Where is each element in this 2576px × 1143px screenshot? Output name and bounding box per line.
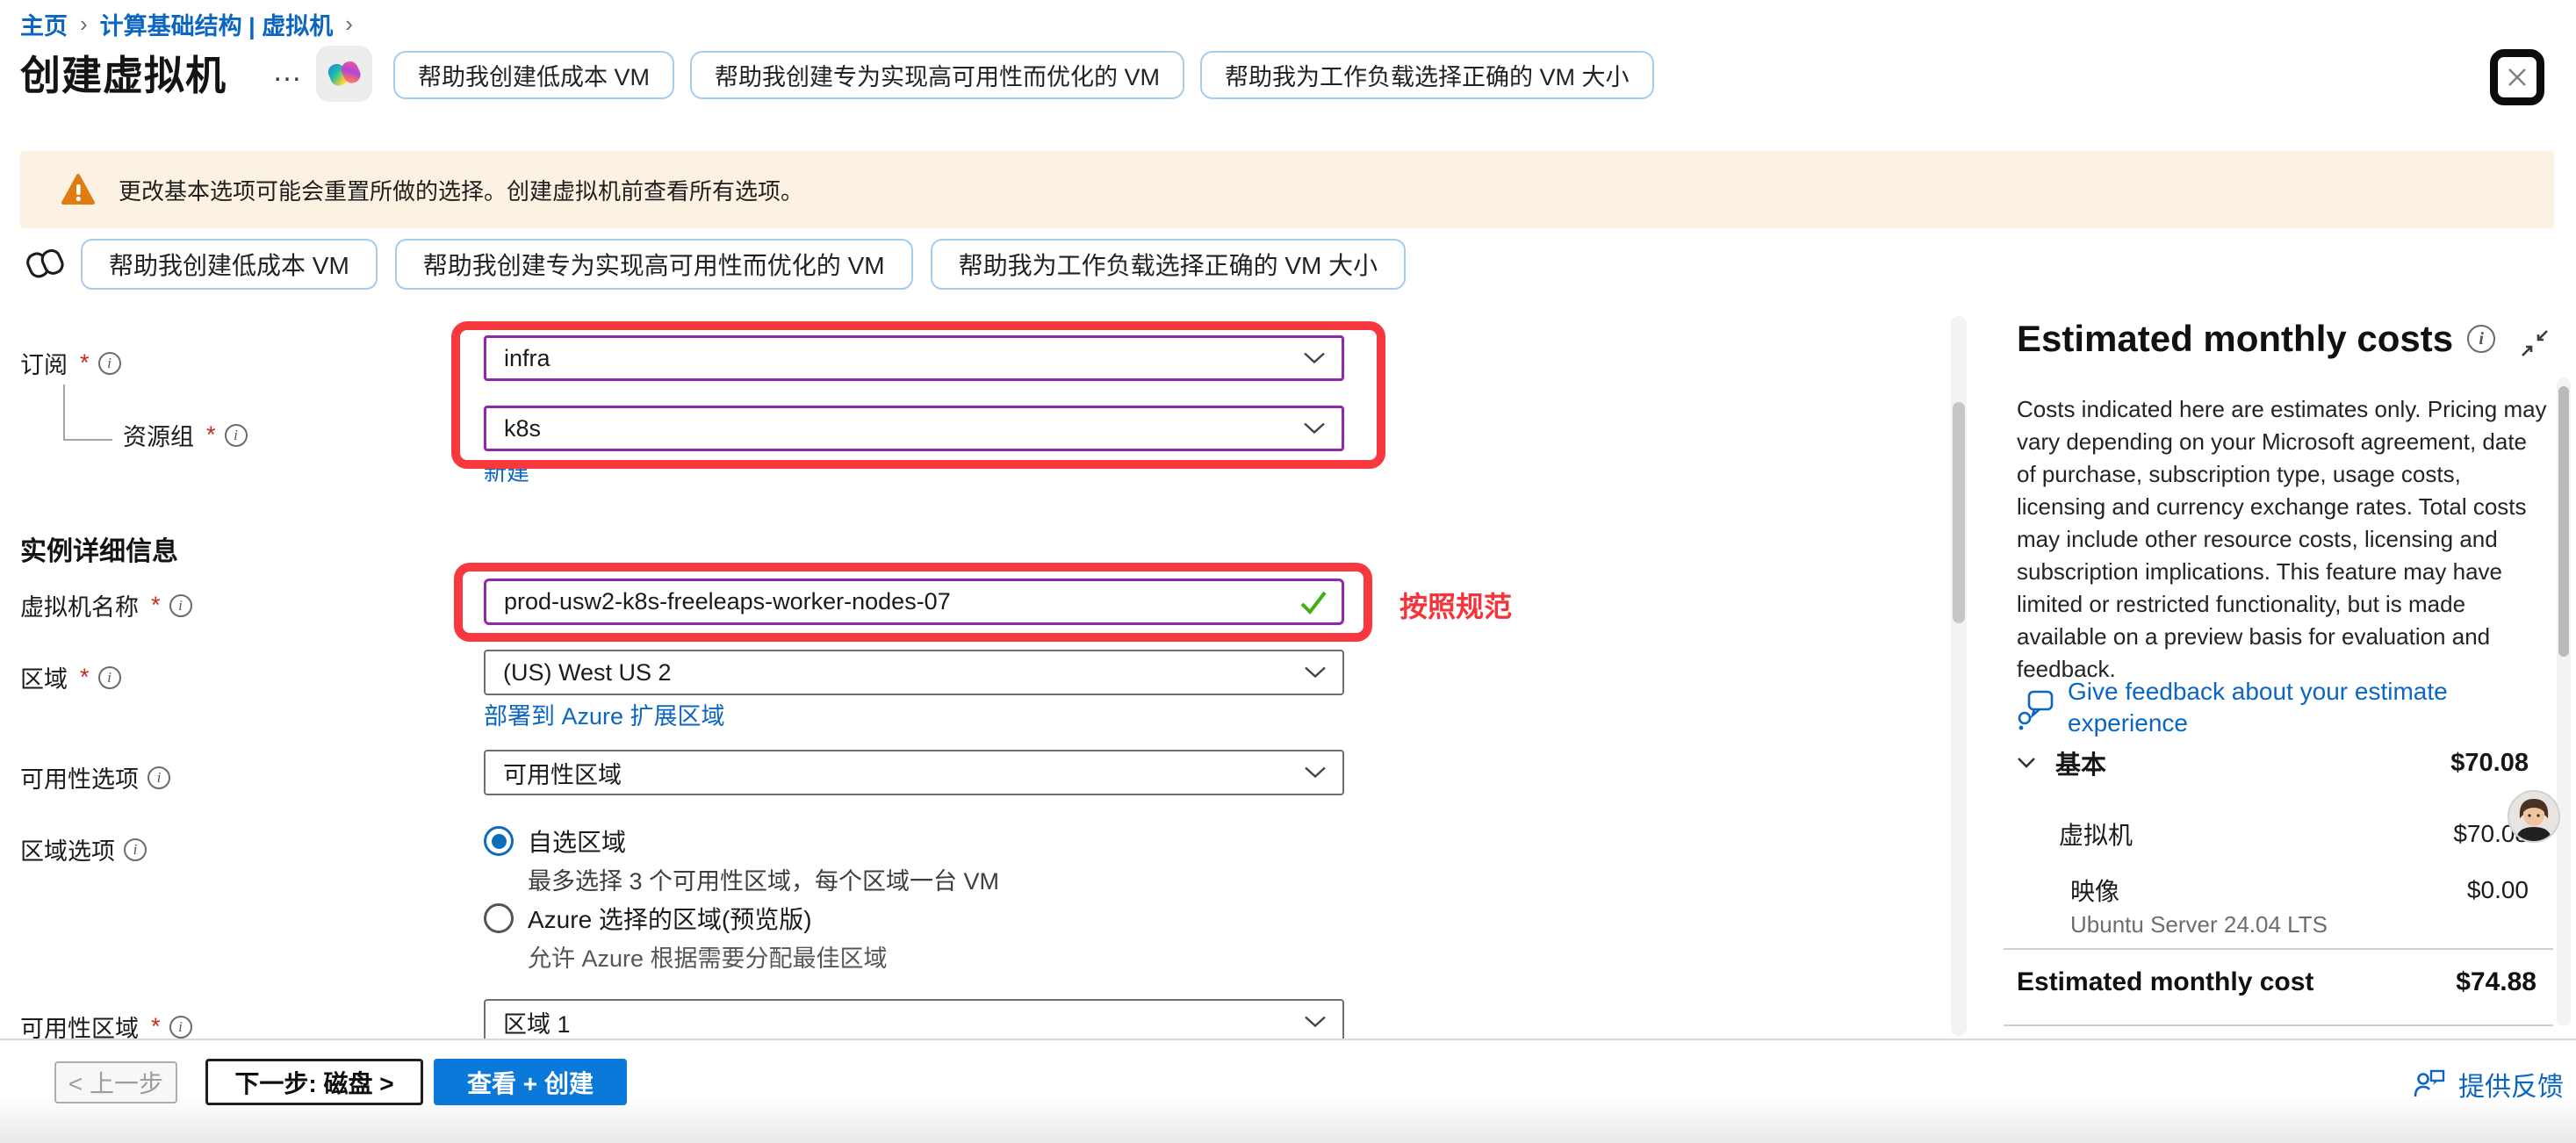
suggestion-high-availability-vm[interactable]: 帮助我创建专为实现高可用性而优化的 VM — [395, 239, 913, 290]
required-asterisk: * — [80, 664, 90, 691]
radio-self-selected-zones[interactable]: 自选区域 — [484, 823, 626, 859]
tree-connector — [63, 385, 112, 441]
cost-row-vm: 虚拟机 $70.08 — [2059, 816, 2529, 852]
chevron-right-icon: › — [80, 11, 88, 38]
radio-off-icon[interactable] — [484, 903, 514, 933]
create-new-link[interactable]: 新建 — [484, 455, 529, 487]
feedback-bubbles-icon — [2017, 688, 2055, 734]
image-name: Ubuntu Server 24.04 LTS — [2070, 911, 2328, 938]
suggestion-low-cost-vm[interactable]: 帮助我创建低成本 VM — [81, 239, 378, 290]
checkmark-icon — [1299, 589, 1328, 615]
suggestion-low-cost-vm[interactable]: 帮助我创建低成本 VM — [393, 51, 674, 99]
chevron-down-icon — [1303, 422, 1326, 435]
breadcrumb: 主页 › 计算基础结构 | 虚拟机 › — [20, 7, 353, 41]
info-icon[interactable]: i — [98, 352, 121, 375]
info-icon[interactable]: i — [169, 1016, 192, 1039]
costs-panel-title: Estimated monthly costs i — [2017, 318, 2495, 360]
region-dropdown[interactable]: (US) West US 2 — [484, 650, 1344, 695]
close-button[interactable] — [2490, 49, 2544, 105]
feedback-person-icon — [2413, 1068, 2446, 1100]
required-asterisk: * — [206, 421, 216, 449]
radio-on-icon[interactable] — [484, 826, 514, 856]
breadcrumb-virtual-machines[interactable]: 计算基础结构 | 虚拟机 — [100, 7, 334, 41]
info-icon[interactable]: i — [225, 424, 248, 447]
chevron-down-icon — [1304, 666, 1327, 679]
warning-icon — [61, 173, 96, 206]
footer-bar: < 上一步 下一步: 磁盘 > 查看 + 创建 提供反馈 — [0, 1039, 2576, 1143]
radio-label: Azure 选择的区域(预览版) — [528, 901, 812, 936]
create-vm-page: 主页 › 计算基础结构 | 虚拟机 › 创建虚拟机 … 帮助我创建低成本 VM … — [0, 0, 2576, 1143]
cost-row-image: 映像 $0.00 — [2070, 873, 2529, 908]
collapse-icon[interactable] — [2518, 327, 2551, 360]
resource-group-value: k8s — [504, 415, 541, 442]
info-icon[interactable]: i — [148, 766, 170, 789]
radio-label: 自选区域 — [528, 823, 626, 859]
panel-divider — [2004, 1024, 2553, 1026]
warning-banner: 更改基本选项可能会重置所做的选择。创建虚拟机前查看所有选项。 — [20, 151, 2554, 228]
info-icon[interactable]: i — [2467, 325, 2495, 353]
breadcrumb-home[interactable]: 主页 — [20, 7, 68, 41]
review-create-button[interactable]: 查看 + 创建 — [434, 1059, 627, 1105]
copilot-icon — [326, 55, 363, 92]
info-icon[interactable]: i — [124, 838, 147, 861]
suggestion-right-vm-size[interactable]: 帮助我为工作负载选择正确的 VM 大小 — [931, 239, 1407, 290]
cost-row-basic[interactable]: 基本 $70.08 — [2017, 744, 2529, 781]
required-asterisk: * — [151, 592, 161, 619]
main-scrollbar-thumb[interactable] — [1953, 402, 1965, 623]
edge-zone-link[interactable]: 部署到 Azure 扩展区域 — [484, 697, 725, 731]
warning-text: 更改基本选项可能会重置所做的选择。创建虚拟机前查看所有选项。 — [119, 174, 803, 206]
give-feedback-link[interactable]: 提供反馈 — [2413, 1065, 2564, 1103]
resource-group-label: 资源组* i — [123, 418, 248, 452]
chevron-down-icon — [1304, 766, 1327, 780]
subscription-dropdown[interactable]: infra — [484, 335, 1344, 381]
vm-name-label: 虚拟机名称* i — [20, 588, 192, 622]
chevron-down-icon — [1303, 352, 1326, 365]
radio-azure-selected-zones[interactable]: Azure 选择的区域(预览版) — [484, 901, 812, 936]
subscription-label: 订阅* i — [20, 346, 121, 380]
costs-panel-description: Costs indicated here are estimates only.… — [2017, 393, 2547, 686]
panel-divider — [2004, 948, 2553, 950]
region-value: (US) West US 2 — [503, 659, 672, 687]
copilot-outline-icon — [23, 241, 68, 287]
zone-options-label: 区域选项 i — [20, 832, 147, 866]
suggestion-high-availability-vm[interactable]: 帮助我创建专为实现高可用性而优化的 VM — [690, 51, 1184, 99]
required-asterisk: * — [80, 349, 90, 377]
availability-zone-value: 区域 1 — [503, 1005, 571, 1039]
availability-options-label: 可用性选项 i — [20, 760, 170, 794]
next-disks-button[interactable]: 下一步: 磁盘 > — [205, 1059, 423, 1105]
suggestion-right-vm-size[interactable]: 帮助我为工作负载选择正确的 VM 大小 — [1200, 51, 1654, 99]
cost-total-row: Estimated monthly cost $74.88 — [2017, 967, 2536, 997]
copilot-suggestions-inline: 帮助我创建低成本 VM 帮助我创建专为实现高可用性而优化的 VM 帮助我为工作负… — [23, 239, 1406, 290]
chevron-right-icon: › — [345, 11, 353, 38]
subscription-value: infra — [504, 345, 550, 372]
avatar[interactable] — [2508, 790, 2560, 843]
section-instance-details: 实例详细信息 — [20, 529, 178, 568]
copilot-button[interactable] — [316, 46, 372, 102]
close-icon — [2504, 64, 2530, 90]
availability-options-value: 可用性区域 — [503, 756, 622, 790]
estimate-feedback-link[interactable]: Give feedback about your estimate experi… — [2017, 676, 2544, 739]
region-label: 区域* i — [20, 660, 121, 694]
more-menu-button[interactable]: … — [272, 54, 304, 89]
previous-button[interactable]: < 上一步 — [54, 1061, 177, 1103]
resource-group-dropdown[interactable]: k8s — [484, 406, 1344, 451]
chevron-down-icon — [1304, 1016, 1327, 1029]
radio-self-selected-desc: 最多选择 3 个可用性区域，每个区域一台 VM — [528, 862, 999, 896]
info-icon[interactable]: i — [169, 594, 192, 617]
page-title: 创建虚拟机 — [20, 44, 227, 102]
radio-azure-selected-desc: 允许 Azure 根据需要分配最佳区域 — [528, 939, 888, 974]
panel-scrollbar-thumb[interactable] — [2558, 386, 2569, 657]
availability-options-dropdown[interactable]: 可用性区域 — [484, 750, 1344, 795]
annotation-note: 按照规范 — [1400, 585, 1512, 625]
chevron-down-icon — [2017, 757, 2036, 769]
required-asterisk: * — [151, 1013, 161, 1040]
vm-name-input[interactable]: prod-usw2-k8s-freeleaps-worker-nodes-07 — [484, 579, 1344, 625]
copilot-suggestions-top: 帮助我创建低成本 VM 帮助我创建专为实现高可用性而优化的 VM 帮助我为工作负… — [393, 51, 1654, 99]
avatar-image — [2509, 792, 2558, 841]
vm-name-value: prod-usw2-k8s-freeleaps-worker-nodes-07 — [504, 588, 951, 615]
info-icon[interactable]: i — [98, 666, 121, 689]
